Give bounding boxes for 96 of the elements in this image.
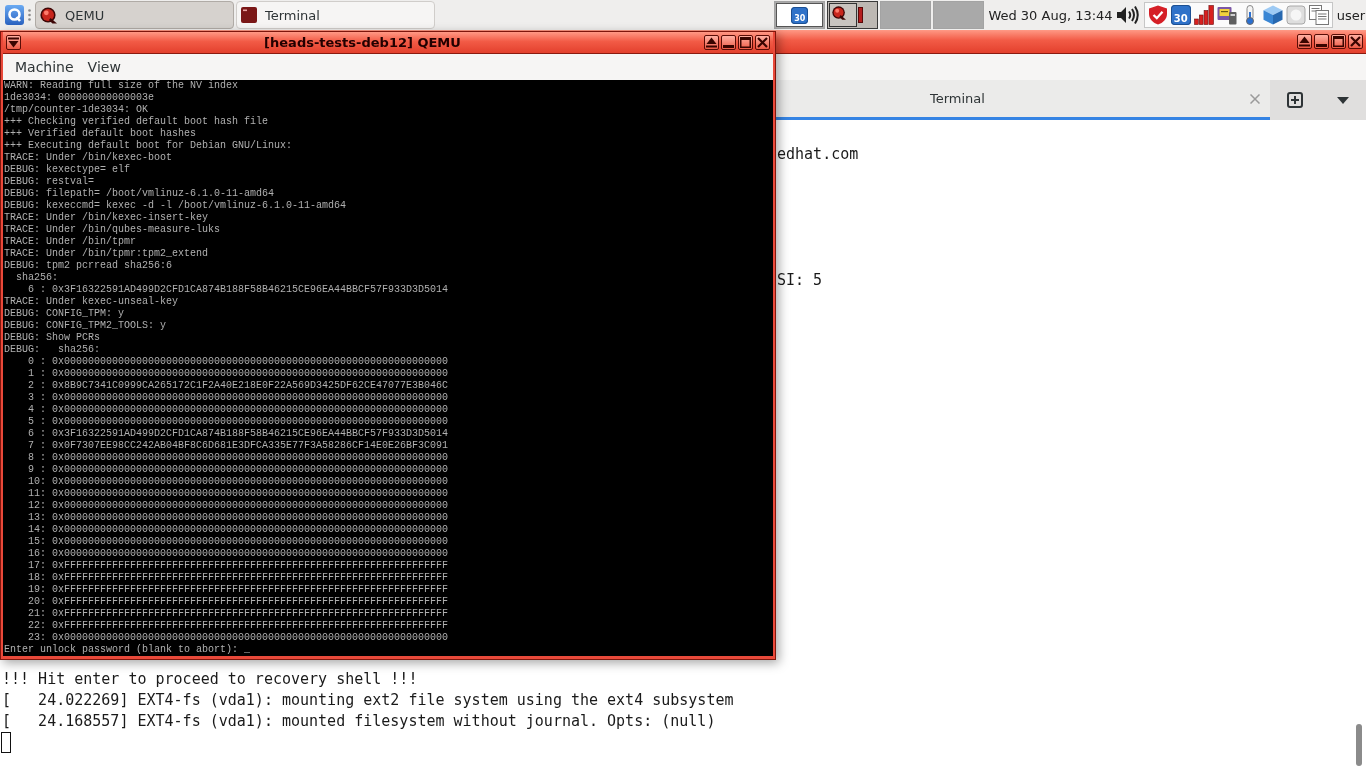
close-icon [1350,36,1361,47]
maximize-button[interactable] [1331,34,1346,49]
console-line: 15: 0x0000000000000000000000000000000000000000000000000000000000000000 [27,536,449,548]
console-line: TRACE: Under /bin/kexec-boot [4,152,173,164]
task-button[interactable]: QEMU [35,1,234,29]
shade-icon [1299,36,1310,47]
console-line: /tmp/counter-1de3034: OK [4,104,149,116]
console-line: 4 : 0x0000000000000000000000000000000000000000000000000000000000000000 [27,404,449,416]
shade-icon [706,37,717,48]
window-title: [heads-tests-deb12] QEMU [263,35,462,50]
console-line: 16: 0x0000000000000000000000000000000000000000000000000000000000000000 [27,548,449,560]
console-line: TRACE: Under /bin/tpmr:tpm2_extend [4,248,209,260]
maximize-icon [1333,36,1344,47]
console-line: +++ Verified default boot hashes [4,128,197,140]
cube-icon[interactable] [1262,5,1283,25]
console-line: 2 : 0x8B9C7341C0999CA265172C1F2A40E218E0F22A569D3425DF62CE47077E3B046C [27,380,449,392]
user-name: user [1336,7,1366,23]
scrollbar-thumb[interactable] [1356,724,1362,766]
console-line: DEBUG: CONFIG_TPM2_TOOLS: y [4,320,167,332]
shade-button[interactable] [1297,34,1312,49]
menu-item[interactable]: View [80,59,128,75]
console-line: Enter unlock password (blank to abort): _ [4,644,251,656]
window-menu-button[interactable] [6,35,21,50]
console-line: DEBUG: kexeccmd= kexec -d -l /boot/vmlinuz-6.1.0-11-amd64 [4,200,347,212]
close-icon [757,37,768,48]
console-line: 13: 0x0000000000000000000000000000000000000000000000000000000000000000 [27,512,449,524]
volume-icon[interactable] [1115,5,1141,25]
console-line: 21: 0xFFFFFFFFFFFFFFFFFFFFFFFFFFFFFFFFFFFFFFFFFFFFFFFFFFFFFFFFFFFFFFFF [27,608,449,620]
console-line: DEBUG: filepath= /boot/vmlinuz-6.1.0-11-amd64 [4,188,275,200]
console-line: TRACE: Under /bin/kexec-insert-key [4,212,209,224]
minimize-icon [1316,43,1327,47]
console-line: 1de3034: 000000000000003e [4,92,155,104]
terminal-line: !!! Hit enter to proceed to recovery shell !!! [2,669,418,690]
console-line: 9 : 0x0000000000000000000000000000000000000000000000000000000000000000 [27,464,449,476]
console-line: DEBUG: kexectype= elf [4,164,131,176]
console-line: DEBUG: restval= [4,176,94,188]
workspace-button[interactable] [827,1,879,29]
console-line: 7 : 0x0F7307EE98CC242AB04BF8C6D681E3DFCA335E77F3A58286CF14E0E26BF3C091 [27,440,449,452]
new-tab-icon[interactable] [1287,92,1303,108]
terminal-line: [ 24.022269] EXT4-fs (vda1): mounting ext2 file system using the ext4 subsystem [2,690,734,711]
number-badge: 30 [791,6,809,24]
console-line: DEBUG: Show PCRs [4,332,100,344]
console-line: 5 : 0x0000000000000000000000000000000000000000000000000000000000000000 [27,416,449,428]
minimize-icon [723,44,734,48]
console-line: TRACE: Under kexec-unseal-key [4,296,179,308]
close-button[interactable] [1348,34,1363,49]
console-line: sha256: [15,272,58,284]
minimize-button[interactable] [1314,34,1329,49]
minimize-button[interactable] [721,35,736,50]
shade-button[interactable] [704,35,719,50]
console-line: DEBUG: CONFIG_TPM: y [4,308,125,320]
console-line: 6 : 0x3F16322591AD499D2CFD1CA874B188F58B46215CE96EA44BBCF57F933D3D5014 [27,428,449,440]
console-line: 8 : 0x0000000000000000000000000000000000000000000000000000000000000000 [27,452,449,464]
terminal-line: SI: 5 [777,270,823,291]
caret-down-icon [8,37,19,48]
device-icon[interactable] [1216,5,1237,25]
console-line: 19: 0xFFFFFFFFFFFFFFFFFFFFFFFFFFFFFFFFFFFFFFFFFFFFFFFFFFFFFFFFFFFFFFFF [27,584,449,596]
console-line: 20: 0xFFFFFFFFFFFFFFFFFFFFFFFFFFFFFFFFFFFFFFFFFFFFFFFFFFFFFFFFFFFFFFFF [27,596,449,608]
console-line: 22: 0xFFFFFFFFFFFFFFFFFFFFFFFFFFFFFFFFFFFFFFFFFFFFFFFFFFFFFFFFFFFFFFFF [27,620,449,632]
terminal-icon [241,7,257,23]
caret-down-icon[interactable] [1337,96,1349,104]
console-line: 1 : 0x0000000000000000000000000000000000000000000000000000000000000000 [27,368,449,380]
console-line: DEBUG: tpm2 pcrread sha256:6 [4,260,173,272]
terminal-line: edhat.com [777,144,859,165]
logo-icon [832,6,847,20]
menu-item[interactable]: Machine [8,59,81,75]
maximize-icon [740,37,751,48]
console-line: 17: 0xFFFFFFFFFFFFFFFFFFFFFFFFFFFFFFFFFFFFFFFFFFFFFFFFFFFFFFFFFFFFFFFF [27,560,449,572]
app-menu-icon[interactable] [5,5,24,25]
close-button[interactable] [755,35,770,50]
workspace-button[interactable]: 30 [774,1,826,29]
console-line: +++ Checking verified default boot hash file [4,116,269,128]
console-line: 12: 0x0000000000000000000000000000000000000000000000000000000000000000 [27,500,449,512]
console-line: WARN: Reading full size of the NV index [4,80,239,92]
console-line: 6 : 0x3F16322591AD499D2CFD1CA874B188F58B46215CE96EA44BBCF57F933D3D5014 [27,284,449,296]
console-line: 18: 0xFFFFFFFFFFFFFFFFFFFFFFFFFFFFFFFFFFFFFFFFFFFFFFFFFFFFFFFFFFFFFFFF [27,572,449,584]
clock: Wed 30 Aug, 13:44 [988,7,1113,23]
console-line: 10: 0x0000000000000000000000000000000000000000000000000000000000000000 [27,476,449,488]
console-line: TRACE: Under /bin/qubes-measure-luks [4,224,221,236]
signal-bars-icon[interactable] [1193,5,1214,25]
logo-icon [40,6,57,24]
console-line: 3 : 0x0000000000000000000000000000000000000000000000000000000000000000 [27,392,449,404]
terminal-line: [ 24.168557] EXT4-fs (vda1): mounted filesystem without journal. Opts: (null) [2,711,716,732]
task-button[interactable]: Terminal [236,1,435,29]
notes-icon[interactable] [1308,5,1329,25]
number-badge[interactable]: 30 [1170,5,1191,25]
maximize-button[interactable] [738,35,753,50]
console-line: +++ Executing default boot for Debian GNU/Linux: [4,140,293,152]
console-line: 14: 0x0000000000000000000000000000000000000000000000000000000000000000 [27,524,449,536]
console-line: DEBUG: sha256: [4,344,100,356]
console-line: 11: 0x0000000000000000000000000000000000000000000000000000000000000000 [27,488,449,500]
shield-icon[interactable] [1147,5,1168,25]
drag-handle-icon[interactable] [28,9,31,21]
console-line: 23: 0x0000000000000000000000000000000000000000000000000000000000000000 [27,632,449,644]
console-line: 0 : 0x0000000000000000000000000000000000000000000000000000000000000000 [27,356,449,368]
console-line: TRACE: Under /bin/tpmr [4,236,137,248]
